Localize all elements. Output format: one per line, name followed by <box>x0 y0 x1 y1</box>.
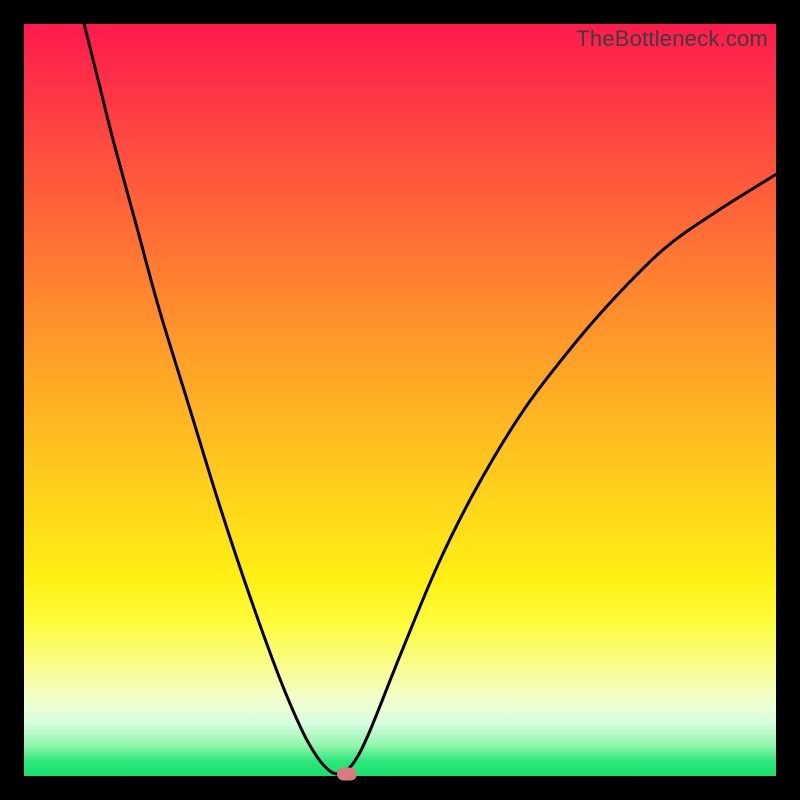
bottleneck-curve <box>84 24 776 774</box>
optimal-point-marker <box>337 767 357 780</box>
chart-frame: TheBottleneck.com <box>0 0 800 800</box>
curve-svg <box>24 24 776 776</box>
plot-area: TheBottleneck.com <box>24 24 776 776</box>
